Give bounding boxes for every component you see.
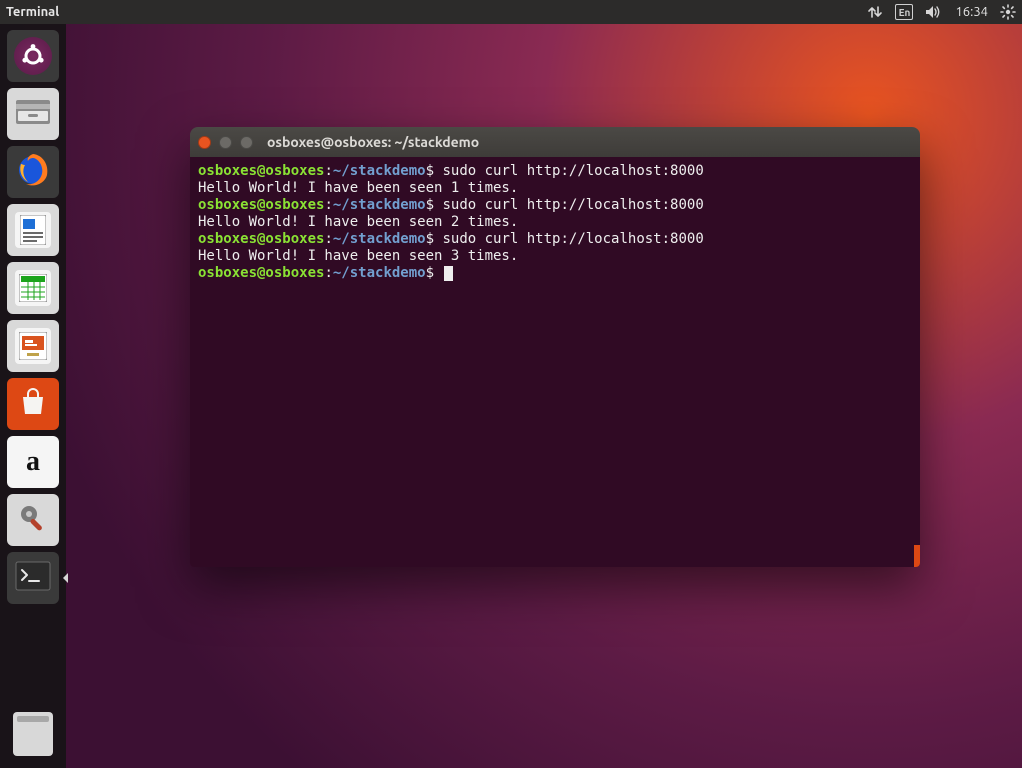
terminal-window: osboxes@osboxes: ~/stackdemo osboxes@osb… xyxy=(190,127,920,567)
window-minimize-button[interactable] xyxy=(219,136,232,149)
ubuntu-logo-icon xyxy=(14,37,52,75)
launcher-ubuntu-software[interactable] xyxy=(7,378,59,430)
window-close-button[interactable] xyxy=(198,136,211,149)
system-menu-icon[interactable] xyxy=(994,0,1022,24)
terminal-icon xyxy=(15,561,51,595)
scrollbar-thumb[interactable] xyxy=(914,545,920,567)
calc-icon xyxy=(15,270,51,306)
shopping-bag-icon xyxy=(18,387,48,421)
terminal-output-line: Hello World! I have been seen 3 times. xyxy=(198,248,912,265)
window-maximize-button[interactable] xyxy=(240,136,253,149)
terminal-line: osboxes@osboxes:~/stackdemo$ sudo curl h… xyxy=(198,163,912,180)
sound-indicator-icon[interactable] xyxy=(919,0,949,24)
launcher-dash[interactable] xyxy=(7,30,59,82)
files-icon xyxy=(13,94,53,134)
launcher: a xyxy=(0,24,66,768)
launcher-firefox[interactable] xyxy=(7,146,59,198)
terminal-output-line: Hello World! I have been seen 1 times. xyxy=(198,180,912,197)
clock[interactable]: 16:34 xyxy=(949,0,994,24)
top-panel: Terminal En 16:34 xyxy=(0,0,1022,24)
terminal-cursor xyxy=(444,266,453,281)
writer-icon xyxy=(15,212,51,248)
amazon-icon: a xyxy=(26,446,40,478)
keyboard-indicator[interactable]: En xyxy=(889,0,919,24)
terminal-titlebar[interactable]: osboxes@osboxes: ~/stackdemo xyxy=(190,127,920,157)
terminal-output-line: Hello World! I have been seen 2 times. xyxy=(198,214,912,231)
launcher-amazon[interactable]: a xyxy=(7,436,59,488)
launcher-files[interactable] xyxy=(7,88,59,140)
impress-icon xyxy=(15,328,51,364)
launcher-trash[interactable] xyxy=(7,708,59,760)
launcher-calc[interactable] xyxy=(7,262,59,314)
firefox-icon xyxy=(13,150,53,194)
trash-icon xyxy=(13,712,53,756)
terminal-title: osboxes@osboxes: ~/stackdemo xyxy=(267,134,479,150)
terminal-line: osboxes@osboxes:~/stackdemo$ sudo curl h… xyxy=(198,231,912,248)
terminal-line: osboxes@osboxes:~/stackdemo$ xyxy=(198,265,912,282)
launcher-writer[interactable] xyxy=(7,204,59,256)
settings-icon xyxy=(16,501,50,539)
launcher-terminal[interactable] xyxy=(7,552,59,604)
network-indicator-icon[interactable] xyxy=(861,0,889,24)
launcher-settings[interactable] xyxy=(7,494,59,546)
active-app-label: Terminal xyxy=(0,5,59,19)
terminal-line: osboxes@osboxes:~/stackdemo$ sudo curl h… xyxy=(198,197,912,214)
keyboard-indicator-label: En xyxy=(895,4,913,20)
terminal-body[interactable]: osboxes@osboxes:~/stackdemo$ sudo curl h… xyxy=(190,157,920,567)
launcher-impress[interactable] xyxy=(7,320,59,372)
